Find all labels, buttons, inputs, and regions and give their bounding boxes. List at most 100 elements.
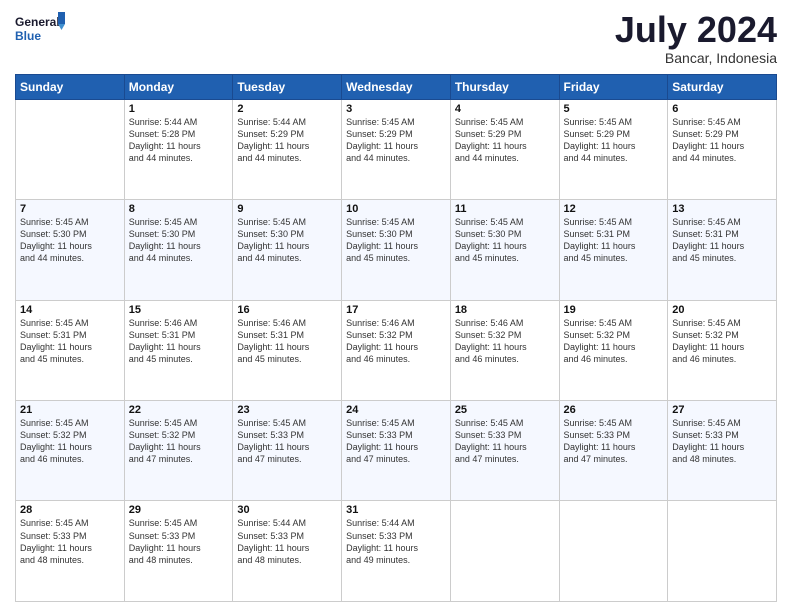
calendar-week-row: 28Sunrise: 5:45 AM Sunset: 5:33 PM Dayli… [16,501,777,602]
day-number: 31 [346,504,446,516]
calendar-cell: 16Sunrise: 5:46 AM Sunset: 5:31 PM Dayli… [233,300,342,400]
calendar-cell: 26Sunrise: 5:45 AM Sunset: 5:33 PM Dayli… [559,401,668,501]
day-number: 12 [564,203,664,215]
day-info: Sunrise: 5:46 AM Sunset: 5:31 PM Dayligh… [237,317,337,366]
calendar-cell: 22Sunrise: 5:45 AM Sunset: 5:32 PM Dayli… [124,401,233,501]
col-thursday: Thursday [450,74,559,99]
day-number: 8 [129,203,229,215]
calendar-cell: 6Sunrise: 5:45 AM Sunset: 5:29 PM Daylig… [668,99,777,199]
calendar-cell: 5Sunrise: 5:45 AM Sunset: 5:29 PM Daylig… [559,99,668,199]
day-number: 4 [455,103,555,115]
calendar-cell: 23Sunrise: 5:45 AM Sunset: 5:33 PM Dayli… [233,401,342,501]
day-number: 9 [237,203,337,215]
day-number: 23 [237,404,337,416]
day-info: Sunrise: 5:45 AM Sunset: 5:30 PM Dayligh… [129,216,229,265]
calendar-cell: 11Sunrise: 5:45 AM Sunset: 5:30 PM Dayli… [450,200,559,300]
calendar-cell: 31Sunrise: 5:44 AM Sunset: 5:33 PM Dayli… [342,501,451,602]
day-info: Sunrise: 5:45 AM Sunset: 5:33 PM Dayligh… [455,417,555,466]
day-number: 5 [564,103,664,115]
calendar-cell: 21Sunrise: 5:45 AM Sunset: 5:32 PM Dayli… [16,401,125,501]
calendar-table: Sunday Monday Tuesday Wednesday Thursday… [15,74,777,602]
day-number: 15 [129,304,229,316]
calendar-cell: 2Sunrise: 5:44 AM Sunset: 5:29 PM Daylig… [233,99,342,199]
month-title: July 2024 [615,10,777,50]
calendar-week-row: 7 Sunrise: 5:45 AM Sunset: 5:30 PM Daylig… [16,200,777,300]
day-number: 29 [129,504,229,516]
day-number: 7 [20,203,120,215]
day-info: Sunrise: 5:45 AM Sunset: 5:30 PM Dayligh… [237,216,337,265]
general-blue-logo-icon: General Blue [15,10,65,48]
day-number: 11 [455,203,555,215]
day-info: Sunrise: 5:45 AM Sunset: 5:30 PM Dayligh… [455,216,555,265]
calendar-cell: 30Sunrise: 5:44 AM Sunset: 5:33 PM Dayli… [233,501,342,602]
day-info: Sunrise: 5:45 AM Sunset: 5:33 PM Dayligh… [672,417,772,466]
calendar-cell: 20Sunrise: 5:45 AM Sunset: 5:32 PM Dayli… [668,300,777,400]
calendar-cell: 10Sunrise: 5:45 AM Sunset: 5:30 PM Dayli… [342,200,451,300]
day-info: Sunrise: 5:46 AM Sunset: 5:32 PM Dayligh… [346,317,446,366]
day-number: 25 [455,404,555,416]
calendar-cell: 8Sunrise: 5:45 AM Sunset: 5:30 PM Daylig… [124,200,233,300]
col-sunday: Sunday [16,74,125,99]
calendar-header-row: Sunday Monday Tuesday Wednesday Thursday… [16,74,777,99]
day-number: 1 [129,103,229,115]
day-info: Sunrise: 5:44 AM Sunset: 5:29 PM Dayligh… [237,116,337,165]
calendar-cell: 13Sunrise: 5:45 AM Sunset: 5:31 PM Dayli… [668,200,777,300]
day-number: 28 [20,504,120,516]
day-info: Sunrise: 5:45 AM Sunset: 5:33 PM Dayligh… [346,417,446,466]
calendar-cell: 1Sunrise: 5:44 AM Sunset: 5:28 PM Daylig… [124,99,233,199]
col-monday: Monday [124,74,233,99]
day-number: 14 [20,304,120,316]
day-number: 17 [346,304,446,316]
day-info: Sunrise: 5:45 AM Sunset: 5:33 PM Dayligh… [237,417,337,466]
day-info: Sunrise: 5:45 AM Sunset: 5:33 PM Dayligh… [20,517,120,566]
col-friday: Friday [559,74,668,99]
day-info: Sunrise: 5:44 AM Sunset: 5:28 PM Dayligh… [129,116,229,165]
col-saturday: Saturday [668,74,777,99]
calendar-cell: 7Sunrise: 5:45 AM Sunset: 5:30 PM Daylig… [16,200,125,300]
calendar-cell: 17Sunrise: 5:46 AM Sunset: 5:32 PM Dayli… [342,300,451,400]
calendar-cell: 19Sunrise: 5:45 AM Sunset: 5:32 PM Dayli… [559,300,668,400]
day-number: 30 [237,504,337,516]
calendar-cell [559,501,668,602]
calendar-week-row: 21 Sunrise: 5:45 AM Sunset: 5:32 PM Dayli… [16,401,777,501]
calendar-cell [668,501,777,602]
day-number: 24 [346,404,446,416]
calendar-cell: 27Sunrise: 5:45 AM Sunset: 5:33 PM Dayli… [668,401,777,501]
day-info: Sunrise: 5:45 AM Sunset: 5:29 PM Dayligh… [346,116,446,165]
calendar-cell: 24Sunrise: 5:45 AM Sunset: 5:33 PM Dayli… [342,401,451,501]
day-info: Sunrise: 5:45 AM Sunset: 5:29 PM Dayligh… [672,116,772,165]
calendar-week-row: 14Sunrise: 5:45 AM Sunset: 5:31 PM Dayli… [16,300,777,400]
day-info: Sunrise: 5:45 AM Sunset: 5:32 PM Dayligh… [672,317,772,366]
day-info: Sunrise: 5:45 AM Sunset: 5:29 PM Dayligh… [564,116,664,165]
day-info: Sunrise: 5:45 AM Sunset: 5:32 PM Dayligh… [564,317,664,366]
calendar-cell [450,501,559,602]
page: General Blue July 2024 Bancar, Indonesia… [0,0,792,612]
day-number: 2 [237,103,337,115]
col-wednesday: Wednesday [342,74,451,99]
day-info: Sunrise: 5:45 AM Sunset: 5:29 PM Dayligh… [455,116,555,165]
location: Bancar, Indonesia [615,50,777,66]
day-info: Sunrise: 5:44 AM Sunset: 5:33 PM Dayligh… [346,517,446,566]
day-info: Sunrise: 5:45 AM Sunset: 5:31 PM Dayligh… [20,317,120,366]
day-number: 13 [672,203,772,215]
day-info: Sunrise: 5:45 AM Sunset: 5:30 PM Dayligh… [346,216,446,265]
day-info: Sunrise: 5:45 AM Sunset: 5:31 PM Dayligh… [672,216,772,265]
calendar-week-row: 1Sunrise: 5:44 AM Sunset: 5:28 PM Daylig… [16,99,777,199]
header: General Blue July 2024 Bancar, Indonesia [15,10,777,66]
day-info: Sunrise: 5:45 AM Sunset: 5:33 PM Dayligh… [564,417,664,466]
logo: General Blue [15,10,65,48]
day-info: Sunrise: 5:45 AM Sunset: 5:31 PM Dayligh… [564,216,664,265]
day-number: 10 [346,203,446,215]
day-number: 3 [346,103,446,115]
day-number: 21 [20,404,120,416]
calendar-cell [16,99,125,199]
day-info: Sunrise: 5:46 AM Sunset: 5:31 PM Dayligh… [129,317,229,366]
calendar-cell: 28Sunrise: 5:45 AM Sunset: 5:33 PM Dayli… [16,501,125,602]
col-tuesday: Tuesday [233,74,342,99]
day-number: 27 [672,404,772,416]
day-number: 19 [564,304,664,316]
calendar-cell: 15Sunrise: 5:46 AM Sunset: 5:31 PM Dayli… [124,300,233,400]
calendar-cell: 12Sunrise: 5:45 AM Sunset: 5:31 PM Dayli… [559,200,668,300]
day-number: 6 [672,103,772,115]
day-info: Sunrise: 5:45 AM Sunset: 5:32 PM Dayligh… [129,417,229,466]
